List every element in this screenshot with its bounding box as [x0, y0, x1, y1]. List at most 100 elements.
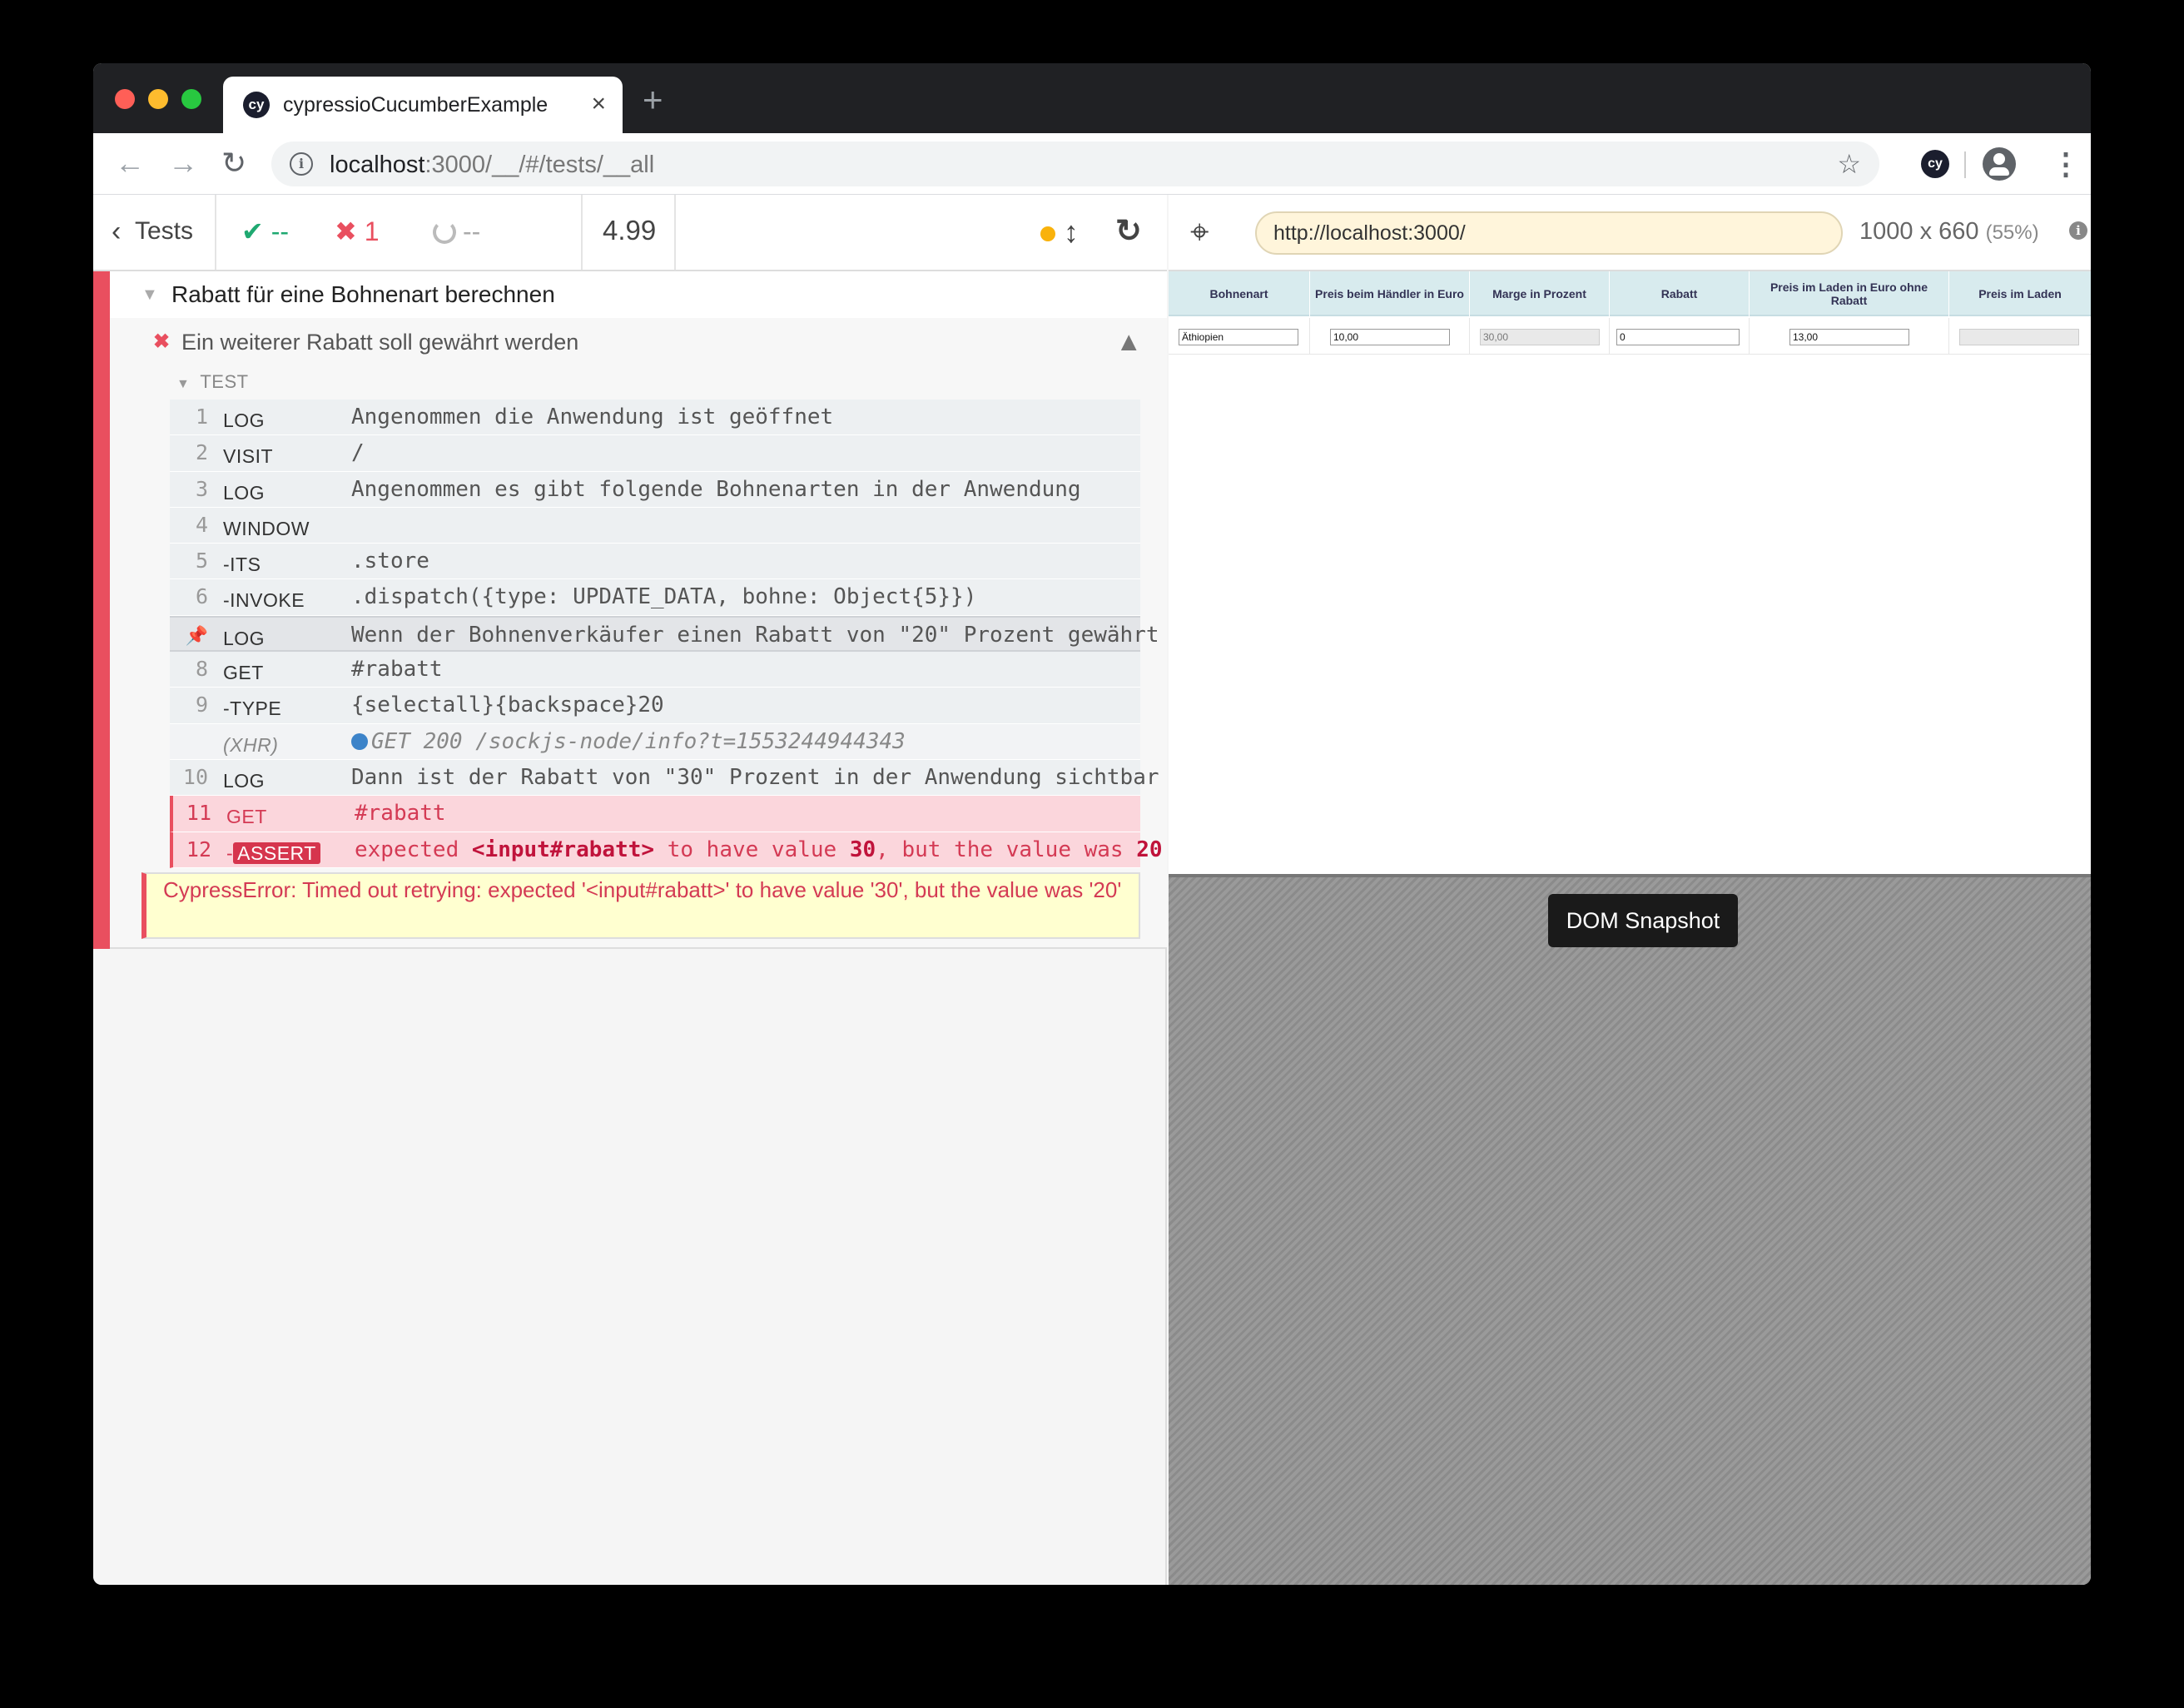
command-row[interactable]: 10 LOG Dann ist der Rabatt von "30" Prozen… — [170, 759, 1159, 797]
close-tab-icon[interactable]: × — [591, 90, 606, 118]
selector-playground-crosshair-icon[interactable]: ⌖ — [1190, 213, 1209, 251]
assert-actual-value: 20 — [1136, 837, 1163, 862]
column-header: Bohnenart — [1169, 271, 1310, 316]
command-row[interactable]: 9 -TYPE {selectall}{backspace}20 — [170, 688, 1140, 724]
suite-title-row[interactable]: ▼ Rabatt für eine Bohnenart berechnen — [110, 271, 1167, 318]
preis-laden-ohne-rabatt-input[interactable]: 13,00 — [1789, 329, 1909, 345]
back-arrow-icon[interactable]: ← — [115, 145, 145, 181]
tab-title: cypressioCucumberExample — [283, 93, 548, 117]
assert-word: expected — [355, 837, 459, 862]
address-bar[interactable]: i localhost:3000/__/#/tests/__all ☆ — [271, 142, 1879, 186]
assert-word: , but the value was — [876, 837, 1124, 862]
command-number: 4 — [195, 512, 208, 537]
site-info-icon[interactable]: i — [290, 152, 313, 176]
command-number: 6 — [195, 584, 208, 609]
nesting-dash: - — [226, 842, 234, 864]
browser-toolbar: ← → ↻ i localhost:3000/__/#/tests/__all … — [93, 133, 2091, 195]
cross-icon: ✖ — [335, 216, 357, 246]
command-message: .store — [351, 549, 429, 574]
table-cell: 10,00 — [1310, 318, 1470, 355]
command-message: Dann ist der Rabatt von "30" Prozent in … — [351, 764, 1159, 790]
command-row[interactable]: 5 -ITS .store — [170, 544, 1140, 580]
bookmark-star-icon[interactable]: ☆ — [1837, 150, 1861, 178]
assert-badge: ASSERT — [233, 842, 320, 864]
command-row-xhr[interactable]: (XHR) GET 200 /sockjs-node/info?t=1553244… — [170, 723, 1140, 760]
caret-down-icon: ▼ — [141, 285, 158, 304]
reload-icon[interactable]: ↻ — [221, 145, 246, 181]
command-number: 3 — [195, 476, 208, 501]
app-under-test-panel: ⌖ http://localhost:3000/ 1000 x 660 (55%… — [1169, 195, 2091, 1585]
viewport-info-icon[interactable]: i — [2069, 221, 2087, 240]
preis-haendler-input[interactable]: 10,00 — [1330, 329, 1450, 345]
url-path: :3000/__/#/tests/__all — [424, 151, 655, 178]
command-row[interactable]: 3 LOG Angenommen es gibt folgende Bohnenar… — [170, 471, 1140, 508]
scroll-toggle-icon[interactable]: ↕ — [1064, 213, 1079, 251]
aut-url-field[interactable]: http://localhost:3000/ — [1255, 211, 1843, 255]
close-window-button[interactable] — [115, 89, 135, 109]
rabatt-input[interactable]: 0 — [1616, 329, 1740, 345]
dom-snapshot-tooltip: DOM Snapshot — [1548, 894, 1738, 947]
test-title-row[interactable]: ✖ Ein weiterer Rabatt soll gewährt werde… — [110, 318, 1167, 366]
preis-laden-input[interactable] — [1959, 329, 2079, 345]
rerun-tests-icon[interactable]: ↻ — [1115, 211, 1142, 251]
suite-title: Rabatt für eine Bohnenart berechnen — [171, 281, 555, 307]
command-name: GET — [223, 662, 264, 684]
minimize-window-button[interactable] — [148, 89, 168, 109]
command-row[interactable]: 8 GET #rabatt — [170, 652, 1140, 688]
chevron-left-icon: ‹ — [112, 216, 122, 247]
url-host: localhost — [330, 151, 425, 178]
bohnenart-input[interactable]: Äthiopien — [1179, 329, 1298, 345]
command-message: / — [351, 440, 365, 466]
column-header: Preis im Laden — [1978, 287, 2062, 300]
column-header: Rabatt — [1610, 271, 1750, 316]
error-message-box[interactable]: CypressError: Timed out retrying: expect… — [141, 872, 1140, 939]
caret-down-icon: ▼ — [176, 377, 191, 391]
command-row[interactable]: 1 LOG Angenommen die Anwendung ist geöffne… — [170, 400, 1140, 436]
duration-display: 4.99 — [583, 195, 676, 270]
pin-icon: 📌 — [185, 625, 208, 647]
failed-count: 1 — [364, 216, 380, 246]
test-section-text: TEST — [200, 371, 249, 392]
viewport-size: 1000 x 660 (55%) — [1859, 216, 2039, 248]
test-stats: ✔ -- ✖ 1 -- — [216, 195, 583, 270]
command-name: - ASSERT — [226, 841, 320, 866]
browser-tab[interactable]: cy cypressioCucumberExample × — [223, 77, 623, 133]
command-row[interactable]: 2 VISIT / — [170, 435, 1140, 472]
cypress-extension-icon[interactable]: cy — [1921, 150, 1949, 178]
tests-button[interactable]: ‹ Tests — [93, 195, 216, 270]
command-row[interactable]: 4 WINDOW — [170, 507, 1140, 544]
assert-expected-value: 30 — [849, 837, 876, 862]
new-tab-button[interactable]: + — [643, 82, 663, 117]
command-row-pinned[interactable]: 📌 LOG Wenn der Bohnenverkäufer einen Rabat… — [170, 615, 1159, 653]
more-menu-icon[interactable]: ⋮ — [2051, 148, 2081, 180]
profile-avatar-icon[interactable] — [1983, 147, 2016, 181]
column-header: Marge in Prozent — [1470, 271, 1610, 316]
command-pin-slot: 📌 — [178, 623, 208, 649]
command-number: 2 — [195, 440, 208, 465]
command-number: 12 — [186, 837, 211, 861]
command-name: LOG — [223, 627, 266, 649]
pending-stat: -- — [433, 216, 480, 246]
viewport-dimensions: 1000 x 660 — [1859, 218, 1979, 245]
maximize-window-button[interactable] — [181, 89, 201, 109]
table-header-row: Bohnenart Preis beim Händler in Euro Mar… — [1169, 271, 2091, 316]
failed-stat: ✖ 1 — [335, 216, 380, 246]
table-cell — [1949, 318, 2091, 355]
command-number: 5 — [195, 549, 208, 573]
command-number: 1 — [195, 405, 208, 429]
forward-arrow-icon[interactable]: → — [168, 145, 198, 181]
command-name: LOG — [223, 769, 266, 792]
command-message: #rabatt — [351, 657, 443, 683]
command-row-assert[interactable]: 12 - ASSERT expected <input#rabatt> to ha… — [170, 832, 1163, 868]
command-name: -TYPE — [223, 698, 282, 720]
test-section-label[interactable]: ▼ TEST — [176, 370, 249, 397]
command-row[interactable]: 6 -INVOKE .dispatch({type: UPDATE_DATA, bo… — [170, 579, 1140, 616]
command-number: 8 — [195, 657, 208, 682]
command-number: 11 — [186, 801, 211, 826]
command-name: LOG — [223, 481, 266, 504]
pending-circle-icon — [433, 221, 456, 244]
command-name: -INVOKE — [223, 589, 305, 612]
assert-message: expected <input#rabatt> to have value 30… — [355, 837, 1163, 862]
marge-input[interactable]: 30,00 — [1480, 329, 1600, 345]
command-row-failed[interactable]: 11 GET #rabatt — [170, 796, 1140, 832]
